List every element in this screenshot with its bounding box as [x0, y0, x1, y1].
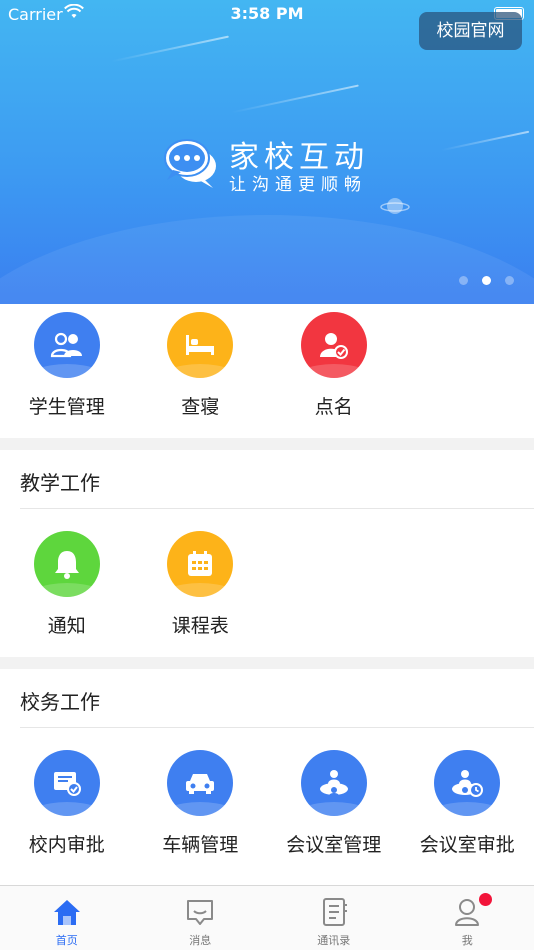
contacts-icon [267, 894, 401, 930]
tab-home[interactable]: 首页 [0, 886, 134, 950]
section-title: 校务工作 [20, 690, 100, 714]
item-label: 学生管理 [28, 396, 105, 418]
carousel-dot[interactable] [459, 276, 468, 285]
item-label: 车辆管理 [162, 834, 239, 856]
message-icon [134, 894, 268, 930]
tab-label: 我 [461, 934, 473, 947]
timetable-item[interactable]: 课程表 [134, 531, 268, 638]
divider [20, 508, 534, 509]
meeting-room-icon [300, 750, 367, 816]
carousel-dot[interactable] [505, 276, 514, 285]
quick-actions-section: 学生管理 查寝 点名 [0, 304, 534, 438]
internal-approval-item[interactable]: 校内审批 [0, 750, 134, 857]
tab-contacts[interactable]: 通讯录 [267, 886, 401, 950]
banner-brand: 家校互动 让沟通更顺畅 [163, 132, 393, 202]
roll-call-item[interactable]: 点名 [267, 312, 401, 419]
notification-badge [478, 893, 492, 906]
home-icon [0, 894, 134, 930]
students-icon [33, 312, 100, 378]
section-title: 教学工作 [20, 471, 100, 495]
divider [20, 727, 534, 728]
item-label: 会议室管理 [286, 834, 382, 856]
item-label: 会议室审批 [419, 834, 515, 856]
banner-arc [0, 215, 534, 304]
approval-icon [33, 750, 100, 816]
vehicle-management-item[interactable]: 车辆管理 [134, 750, 268, 857]
profile-icon [401, 894, 534, 930]
banner-streak [440, 130, 530, 152]
meeting-room-approval-item[interactable]: 会议室审批 [401, 750, 534, 857]
carousel-dot-active[interactable] [482, 276, 491, 285]
tab-label: 通讯录 [317, 934, 351, 947]
item-label: 查寝 [181, 396, 220, 418]
tab-messages[interactable]: 消息 [134, 886, 268, 950]
campus-website-button[interactable]: 校园官网 [419, 12, 522, 50]
item-label: 校内审批 [28, 834, 105, 856]
chat-bubbles-icon [163, 136, 219, 194]
tab-label: 消息 [189, 934, 212, 947]
meeting-approval-icon [434, 750, 501, 816]
banner-streak [231, 84, 359, 114]
tab-bar: 首页 消息 通讯录 我 [0, 885, 534, 950]
teaching-work-section: 教学工作 通知 课程表 [0, 450, 534, 657]
banner-streak [111, 35, 229, 63]
item-label: 点名 [314, 396, 353, 418]
tab-label: 首页 [55, 934, 78, 947]
car-icon [167, 750, 234, 816]
item-label: 课程表 [171, 615, 229, 637]
item-label: 通知 [47, 615, 86, 637]
planet-icon [380, 194, 410, 222]
banner-carousel[interactable]: Carrier 3:58 PM 校园官网 家校互动 让沟通更顺畅 [0, 0, 534, 304]
calendar-icon [167, 531, 234, 597]
admin-work-section: 校务工作 校内审批 车辆管理 会议室管理 会议室审批 [0, 669, 534, 885]
meeting-room-management-item[interactable]: 会议室管理 [267, 750, 401, 857]
carousel-dots [459, 276, 514, 285]
tab-profile[interactable]: 我 [401, 886, 534, 950]
roll-call-icon [300, 312, 367, 378]
banner-subtitle: 让沟通更顺畅 [229, 175, 367, 195]
notice-item[interactable]: 通知 [0, 531, 134, 638]
student-management-item[interactable]: 学生管理 [0, 312, 134, 419]
bed-icon [167, 312, 234, 378]
bell-icon [33, 531, 100, 597]
dorm-check-item[interactable]: 查寝 [134, 312, 268, 419]
